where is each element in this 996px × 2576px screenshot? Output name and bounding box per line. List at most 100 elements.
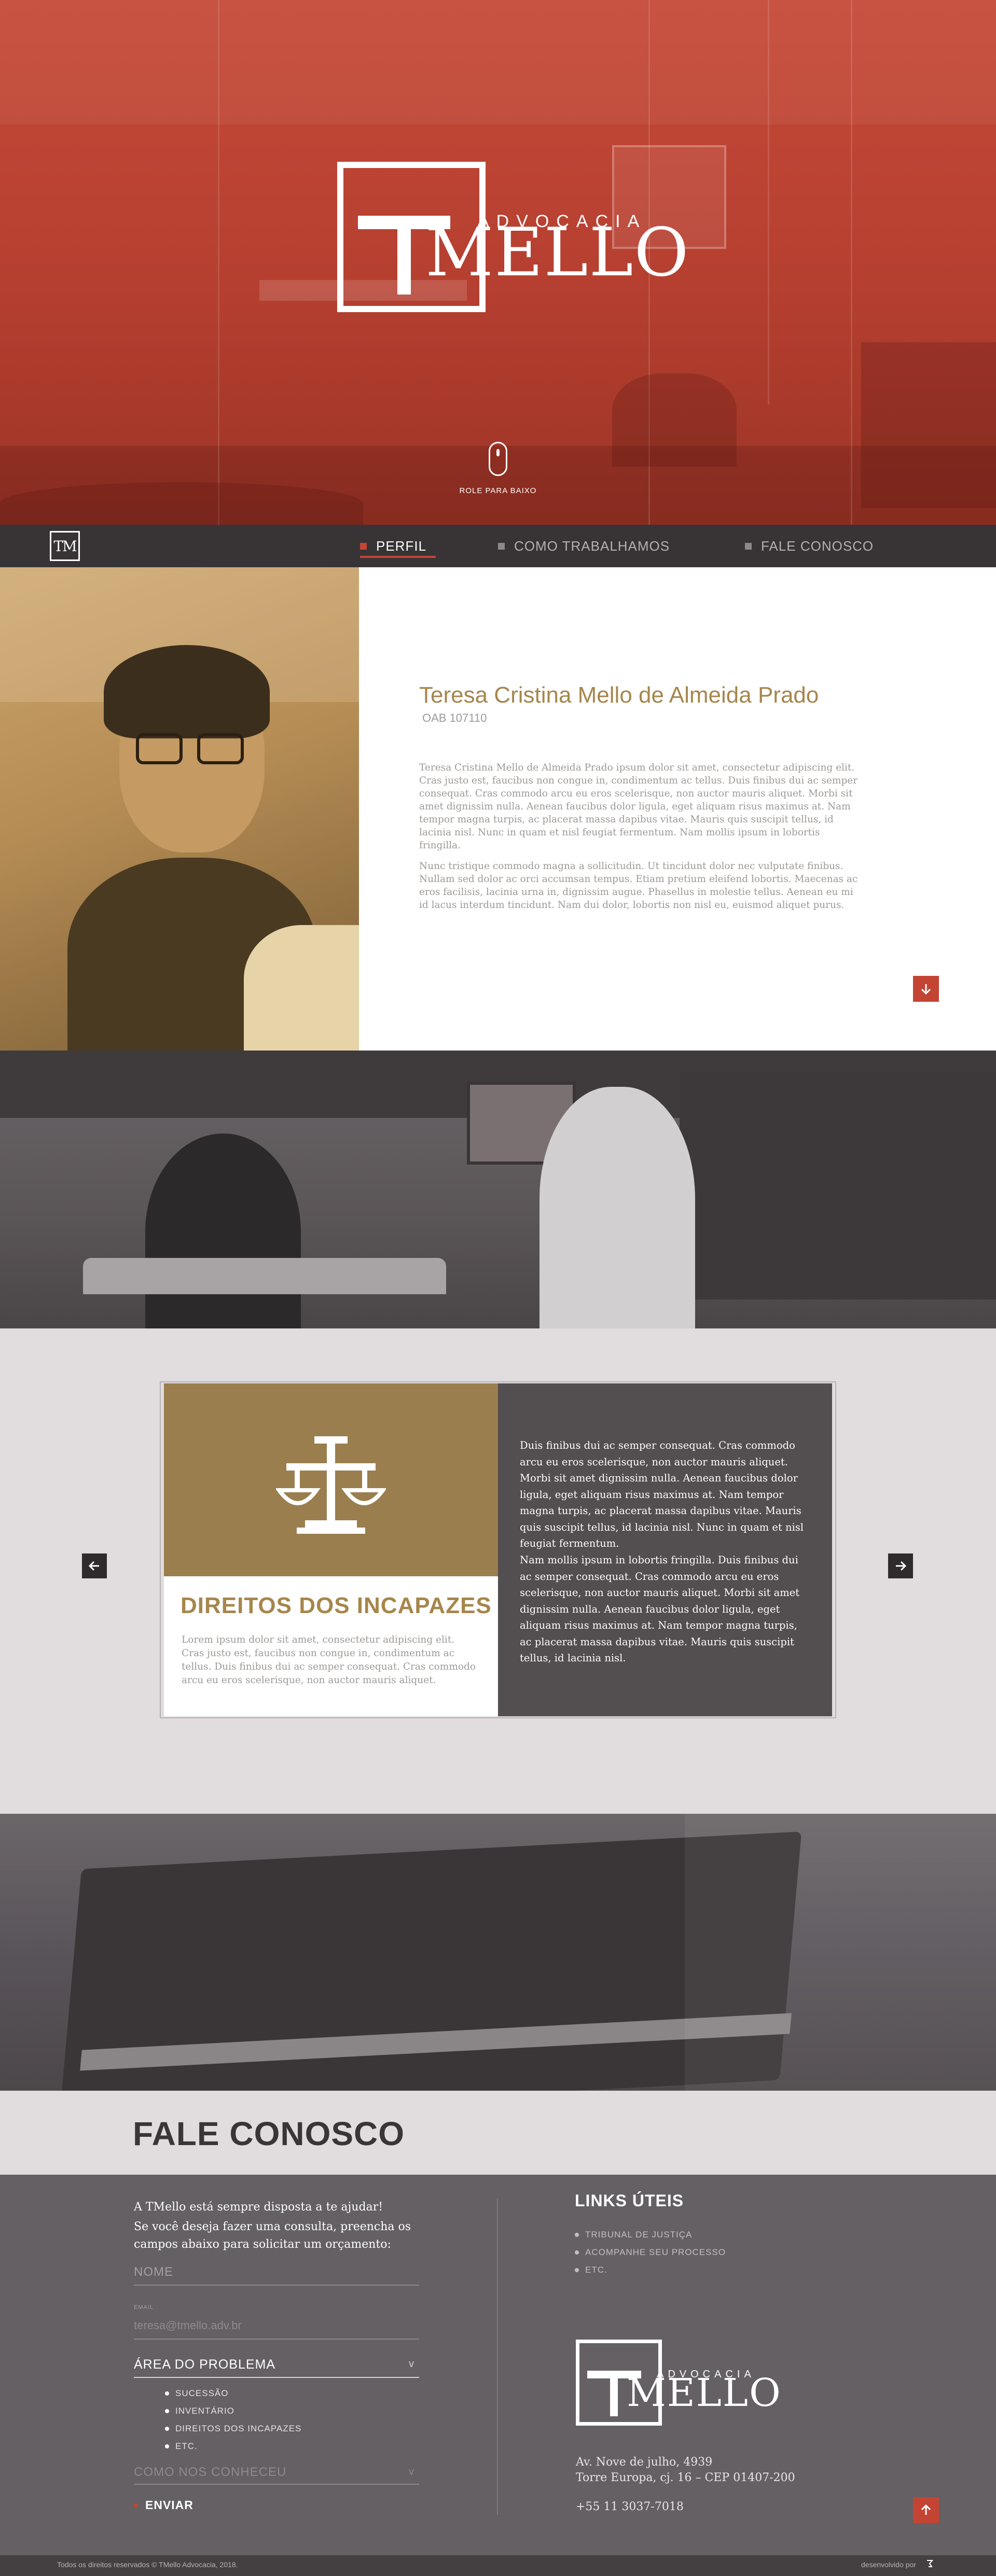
link-label: ETC. [585,2265,607,2275]
send-bullet-icon [134,2503,138,2508]
nav-item-perfil[interactable]: PERFIL [360,537,426,555]
profile-name: Teresa Cristina Mello de Almeida Prado [419,682,819,708]
logo-subtitle: ADVOCACIA [657,2369,755,2380]
area-option[interactable]: DIREITOS DOS INCAPAZES [165,2424,301,2434]
glass-frame-line [768,0,769,404]
back-to-top-button[interactable] [913,2497,939,2523]
links-title: LINKS ÚTEIS [575,2191,684,2210]
link-label: ACOMPANHE SEU PROCESSO [585,2247,726,2257]
nav-item-fale-conosco[interactable]: FALE CONOSCO [745,537,874,555]
area-option[interactable]: INVENTÁRIO [165,2406,234,2416]
send-label: ENVIAR [145,2498,193,2512]
email-field[interactable]: teresa@tmello.adv.br [134,2319,242,2332]
contact-divider [497,2199,498,2515]
nav-logo[interactable]: TM [50,531,80,561]
person-standing-shape [540,1087,695,1328]
area-option[interactable]: ETC. [165,2441,198,2452]
hero-logo: MELLO ADVOCACIA [337,162,688,312]
chevron-down-icon[interactable]: v [409,2466,414,2478]
option-bullet-icon [165,2409,169,2413]
service-title: DIREITOS DOS INCAPAZES [181,1593,492,1618]
area-option[interactable]: SUCESSÃO [165,2388,228,2399]
scroll-down-button[interactable] [913,976,939,1002]
developer-mark-icon[interactable] [925,2558,934,2569]
carousel-prev-button[interactable] [82,1553,107,1578]
phone-number[interactable]: +55 11 3037-7018 [576,2500,684,2513]
monitor-shape [244,925,359,1051]
glasses-left-lens [136,733,183,764]
source-select[interactable]: COMO NOS CONHECEU [134,2465,286,2480]
scroll-hint[interactable]: ROLE PARA BAIXO [446,486,550,495]
logo-t-stem [397,216,411,295]
link-label: TRIBUNAL DE JUSTIÇA [585,2230,693,2239]
logo-t-stem [610,2371,618,2416]
hero-ceiling [0,0,996,124]
area-select[interactable]: ÁREA DO PROBLEMA [134,2357,275,2372]
glass-frame-line [851,0,852,525]
link-bullet-icon [575,2250,579,2255]
table-edge-shape [0,482,363,525]
profile-oab: OAB 107110 [422,711,487,724]
service-detail-paragraph-1: Duis finibus dui ac semper consequat. Cr… [520,1439,804,1549]
chevron-down-icon[interactable]: v [409,2358,414,2370]
arrow-left-icon [88,1561,99,1571]
scroll-wheel-icon [496,449,500,456]
nav-bullet-icon [498,542,505,550]
background-blur [685,1814,996,2091]
nav-bullet-icon [745,542,752,550]
footer-developer-label: desenvolvido por [861,2560,916,2569]
profile-paragraph-2: Nunc tristique commodo magna a sollicitu… [419,861,858,911]
contact-intro-2: Se você deseja fazer uma consulta, preen… [134,2220,411,2251]
service-card-icon-panel [164,1383,498,1576]
nav-active-underline [360,556,436,558]
profile-paragraph-1: Teresa Cristina Mello de Almeida Prado i… [419,762,858,851]
carousel-next-button[interactable] [888,1553,913,1578]
area-option-label: ETC. [175,2441,198,2451]
scroll-mouse-icon[interactable] [489,442,507,476]
option-bullet-icon [165,2391,169,2396]
send-button[interactable]: ENVIAR [134,2498,193,2512]
nav-item-como-trabalhamos[interactable]: COMO TRABALHAMOS [498,537,670,555]
area-option-label: INVENTÁRIO [175,2406,234,2416]
arrow-right-icon [896,1561,907,1571]
nav-item-label: FALE CONOSCO [761,538,874,554]
hero-section: MELLO ADVOCACIA ROLE PARA BAIXO [0,0,996,525]
service-summary: Lorem ipsum dolor sit amet, consectetur … [182,1634,476,1686]
contact-logo: MELLO ADVOCACIA [576,2340,781,2428]
area-select-underline [134,2377,419,2378]
nav-item-label: COMO TRABALHAMOS [514,538,670,554]
monitor-foreground-shape [83,1258,446,1294]
address-line-2: Torre Europa, cj. 16 – CEP 01407-200 [576,2471,795,2484]
email-label: EMAIL [134,2304,154,2311]
source-select-underline [134,2484,419,2485]
service-detail-paragraph-2: Nam mollis ipsum in lobortis fringilla. … [520,1554,800,1664]
profile-photo [0,567,359,1051]
name-field-underline [134,2285,419,2286]
email-field-underline [134,2339,419,2340]
nav-item-label: PERFIL [376,538,427,554]
contact-intro-1: A TMello está sempre disposta a te ajuda… [134,2201,383,2214]
person-hair-shape [104,645,270,738]
area-option-label: DIREITOS DOS INCAPAZES [175,2424,302,2433]
link-etc[interactable]: ETC. [575,2265,607,2275]
area-option-label: SUCESSÃO [175,2388,229,2398]
link-bullet-icon [575,2268,579,2272]
nav-bullet-icon [360,542,367,550]
scales-of-justice-icon [276,1436,386,1534]
arrow-down-icon [921,984,931,995]
book-photo [0,1814,996,2091]
link-tribunal[interactable]: TRIBUNAL DE JUSTIÇA [575,2230,692,2240]
glass-frame-line [218,0,219,525]
link-bullet-icon [575,2233,579,2237]
address-line-1: Av. Nove de julho, 4939 [576,2456,713,2469]
link-processo[interactable]: ACOMPANHE SEU PROCESSO [575,2247,726,2258]
logo-subtitle: ADVOCACIA [477,212,647,231]
plant-pot-shape [612,373,737,467]
office-photo [0,1051,996,1328]
contact-title: FALE CONOSCO [133,2115,405,2152]
name-field[interactable]: NOME [134,2265,173,2279]
glasses-right-lens [197,733,244,764]
arrow-up-icon [921,2504,931,2515]
option-bullet-icon [165,2427,169,2431]
option-bullet-icon [165,2444,169,2448]
